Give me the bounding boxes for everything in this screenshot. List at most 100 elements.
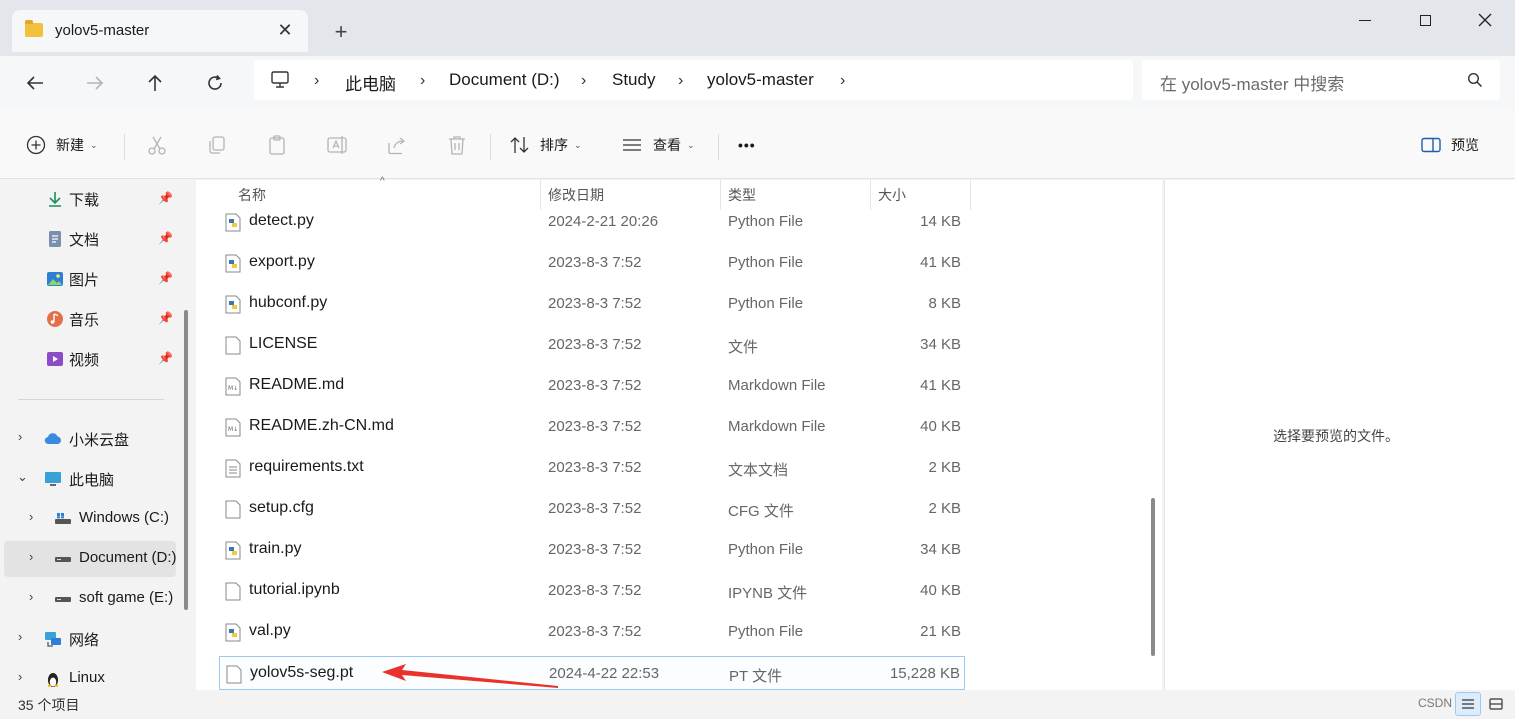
file-row[interactable]: M↓ README.zh-CN.md 2023-8-3 7:52 Markdown F… — [219, 410, 965, 444]
pin-icon[interactable]: 📌 — [158, 231, 173, 245]
file-type: Python File — [728, 213, 804, 230]
sidebar-scrollbar[interactable] — [184, 310, 188, 610]
search-box[interactable]: 在 yolov5-master 中搜索 — [1142, 60, 1500, 100]
chevron-right-icon[interactable]: › — [29, 509, 33, 524]
delete-icon[interactable] — [446, 134, 468, 156]
file-type: 文本文档 — [728, 462, 789, 479]
chevron-right-icon[interactable]: › — [29, 549, 33, 564]
breadcrumb-document-d[interactable]: Document (D:) — [449, 70, 560, 90]
chevron-right-icon[interactable]: › — [581, 72, 586, 90]
sidebar-item-music[interactable]: 音乐 📌 — [4, 301, 176, 337]
file-row[interactable]: setup.cfg 2023-8-3 7:52 CFG 文件 2 KB — [219, 492, 965, 526]
file-size: 41 KB — [920, 377, 961, 394]
chevron-right-icon[interactable]: › — [18, 629, 22, 644]
file-row[interactable]: M↓ README.md 2023-8-3 7:52 Markdown File 41 … — [219, 369, 965, 403]
tiles-view-button[interactable] — [1483, 692, 1509, 716]
file-name: README.md — [249, 376, 345, 393]
sort-label: 排序 — [540, 137, 568, 153]
file-row[interactable]: tutorial.ipynb 2023-8-3 7:52 IPYNB 文件 40 KB — [219, 574, 965, 608]
pin-icon[interactable]: 📌 — [158, 191, 173, 205]
chevron-right-icon[interactable]: › — [18, 669, 22, 684]
up-button[interactable] — [138, 66, 172, 100]
close-window-button[interactable] — [1454, 0, 1515, 40]
address-bar[interactable]: › 此电脑 › Document (D:) › Study › yolov5-m… — [254, 60, 1133, 100]
chevron-right-icon[interactable]: › — [314, 72, 319, 90]
item-count: 35 个项目 — [18, 697, 80, 713]
chevron-down-icon: ⌄ — [687, 139, 695, 150]
file-row[interactable]: export.py 2023-8-3 7:52 Python File 41 KB — [219, 246, 965, 280]
close-icon — [1478, 13, 1492, 27]
tab-yolov5-master[interactable]: yolov5-master ✕ — [12, 10, 308, 52]
share-icon[interactable] — [386, 134, 408, 156]
cut-icon[interactable] — [146, 134, 168, 156]
file-row[interactable]: train.py 2023-8-3 7:52 Python File 34 KB — [219, 533, 965, 567]
file-row[interactable]: requirements.txt 2023-8-3 7:52 文本文档 2 KB — [219, 451, 965, 485]
copy-icon[interactable] — [206, 134, 228, 156]
sidebar-item-videos[interactable]: 视频 📌 — [4, 341, 176, 377]
close-tab-button[interactable]: ✕ — [274, 19, 296, 41]
details-view-button[interactable] — [1455, 692, 1481, 716]
forward-button[interactable] — [78, 66, 112, 100]
maximize-button[interactable] — [1394, 0, 1456, 40]
rename-icon[interactable] — [326, 134, 348, 156]
python-file-icon — [225, 541, 241, 560]
sidebar-item-xiaomi-cloud[interactable]: › 小米云盘 — [4, 421, 176, 457]
file-row[interactable]: val.py 2023-8-3 7:52 Python File 21 KB — [219, 615, 965, 649]
refresh-button[interactable] — [198, 66, 232, 100]
preview-pane-icon — [1421, 137, 1441, 153]
minimize-button[interactable] — [1334, 0, 1396, 40]
column-header-date[interactable]: 修改日期 — [548, 185, 604, 205]
more-options-button[interactable]: ••• — [738, 132, 756, 158]
sidebar-item-this-pc[interactable]: ⌄ 此电脑 — [4, 461, 176, 497]
file-size: 21 KB — [920, 623, 961, 640]
chevron-right-icon[interactable]: › — [678, 72, 683, 90]
folder-icon — [25, 20, 43, 37]
file-row[interactable]: hubconf.py 2023-8-3 7:52 Python File 8 KB — [219, 287, 965, 321]
back-button[interactable] — [18, 66, 52, 100]
search-placeholder[interactable]: 在 yolov5-master 中搜索 — [1160, 70, 1344, 95]
sidebar-item-label: 下载 — [69, 192, 100, 209]
file-name: train.py — [249, 540, 302, 557]
column-header-type[interactable]: 类型 — [728, 185, 756, 205]
file-size: 40 KB — [920, 418, 961, 435]
sidebar-item-pictures[interactable]: 图片 📌 — [4, 261, 176, 297]
breadcrumb-study[interactable]: Study — [612, 70, 655, 90]
python-file-icon — [225, 254, 241, 273]
preview-pane-button[interactable]: 预览 — [1421, 132, 1479, 158]
file-row[interactable]: yolov5s-seg.pt 2024-4-22 22:53 PT 文件 15,228… — [219, 656, 965, 690]
file-list-scrollbar[interactable] — [1151, 498, 1155, 656]
pin-icon[interactable]: 📌 — [158, 311, 173, 325]
sort-button[interactable]: 排序 ⌄ — [510, 132, 582, 158]
sidebar-item-documents[interactable]: 文档 📌 — [4, 221, 176, 257]
column-header-size[interactable]: 大小 — [878, 185, 906, 205]
new-button[interactable]: 新建 ⌄ — [26, 132, 98, 158]
sidebar-item-soft-game-e[interactable]: › soft game (E:) — [4, 581, 176, 617]
sidebar-item-document-d[interactable]: › Document (D:) — [4, 541, 176, 577]
pin-icon[interactable]: 📌 — [158, 271, 173, 285]
paste-icon[interactable] — [266, 134, 288, 156]
file-size: 15,228 KB — [889, 665, 960, 682]
column-header-name[interactable]: 名称 — [238, 185, 266, 205]
new-tab-button[interactable]: + — [326, 17, 356, 47]
sidebar-item-label: 文档 — [69, 232, 100, 249]
file-row[interactable]: detect.py 2024-2-21 20:26 Python File 14 KB — [219, 205, 965, 239]
breadcrumb-yolov5-master[interactable]: yolov5-master — [707, 70, 814, 90]
chevron-down-icon: ⌄ — [574, 139, 582, 150]
sidebar-item-downloads[interactable]: 下载 📌 — [4, 181, 176, 217]
file-row[interactable]: LICENSE 2023-8-3 7:52 文件 34 KB — [219, 328, 965, 362]
chevron-right-icon[interactable]: › — [420, 72, 425, 90]
chevron-right-icon[interactable]: › — [18, 429, 22, 444]
chevron-right-icon[interactable]: › — [840, 72, 845, 90]
view-button[interactable]: 查看 ⌄ — [622, 132, 695, 158]
chevron-down-icon[interactable]: ⌄ — [17, 469, 28, 485]
column-divider[interactable] — [970, 180, 971, 210]
pin-icon[interactable]: 📌 — [158, 351, 173, 365]
file-name: LICENSE — [249, 335, 318, 352]
navigation-bar: › 此电脑 › Document (D:) › Study › yolov5-m… — [0, 56, 1515, 110]
breadcrumb-this-pc[interactable]: 此电脑 — [345, 70, 396, 95]
chevron-right-icon[interactable]: › — [29, 589, 33, 604]
sidebar-item-network[interactable]: › 网络 — [4, 621, 176, 657]
computer-icon — [271, 71, 289, 88]
file-icon — [226, 665, 242, 684]
sidebar-item-windows-c[interactable]: › Windows (C:) — [4, 501, 176, 537]
